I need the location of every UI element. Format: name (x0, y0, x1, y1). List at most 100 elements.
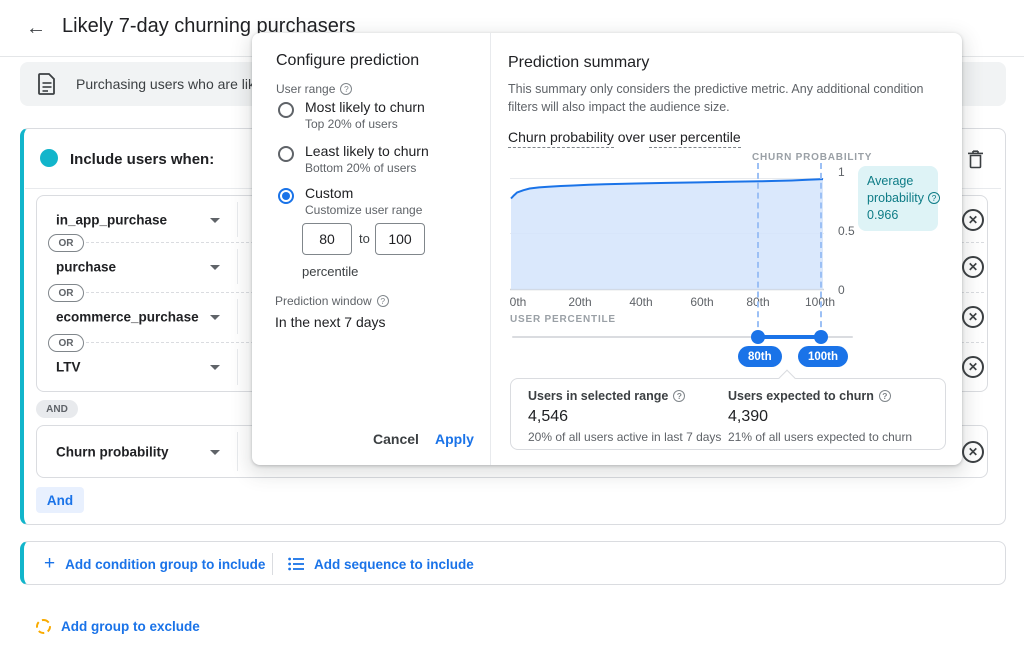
radio-sublabel: Bottom 20% of users (305, 161, 429, 175)
help-icon[interactable]: ? (673, 390, 685, 402)
apply-button[interactable]: Apply (435, 431, 474, 447)
cell-divider (237, 299, 238, 334)
help-icon[interactable]: ? (340, 83, 352, 95)
configure-prediction-dialog: Configure prediction User range ? Most l… (252, 33, 962, 465)
stat-subtext: 21% of all users expected to churn (728, 430, 912, 444)
radio-label: Least likely to churn (305, 143, 429, 159)
audience-description-text: Purchasing users who are likely t (76, 62, 256, 106)
average-probability-tooltip: Average probability ? 0.966 (858, 166, 938, 231)
or-operator-pill: OR (48, 234, 84, 252)
or-operator-pill: OR (48, 284, 84, 302)
slider-handle-low[interactable] (751, 330, 765, 344)
x-tick: 40th (629, 295, 652, 309)
range-high-dashed-line (820, 163, 822, 337)
and-button[interactable]: And (36, 487, 84, 513)
condition-dropdown[interactable]: Churn probability (56, 444, 169, 459)
y-axis-caption: CHURN PROBABILITY (752, 152, 872, 163)
chart-heading: Churn probability over user percentile (508, 129, 741, 145)
radio-sublabel: Customize user range (305, 203, 422, 217)
add-condition-group-label: Add condition group to include (65, 557, 265, 572)
add-group-to-exclude-button[interactable]: Add group to exclude (36, 613, 200, 639)
help-icon[interactable]: ? (879, 390, 891, 402)
stat-subtext: 20% of all users active in last 7 days (528, 430, 721, 444)
y-tick: 0.5 (838, 224, 855, 238)
add-actions-bar: + Add condition group to include Add seq… (20, 541, 1006, 585)
y-tick: 1 (838, 165, 845, 179)
slider-handle-high[interactable] (814, 330, 828, 344)
radio-option-least-likely[interactable]: Least likely to churn Bottom 20% of user… (278, 143, 429, 175)
dialog-title: Configure prediction (276, 52, 419, 70)
sequence-list-icon (288, 557, 304, 571)
cancel-button[interactable]: Cancel (373, 431, 419, 447)
add-condition-group-button[interactable]: + Add condition group to include (44, 542, 265, 586)
range-low-pill: 80th (738, 346, 782, 367)
chevron-down-icon[interactable] (210, 218, 220, 223)
radio-sublabel: Top 20% of users (305, 117, 425, 131)
chart-heading-dimension[interactable]: user percentile (649, 129, 741, 148)
x-tick: 60th (690, 295, 713, 309)
summary-title: Prediction summary (508, 54, 649, 72)
plus-icon: + (44, 553, 55, 575)
radio-option-custom[interactable]: Custom Customize user range (278, 185, 422, 217)
remove-condition-button[interactable]: ✕ (962, 356, 984, 378)
stat-label: Users expected to churn (728, 389, 874, 403)
x-tick: 20th (568, 295, 591, 309)
condition-dropdown[interactable]: in_app_purchase (56, 212, 167, 227)
add-exclude-label: Add group to exclude (61, 619, 200, 634)
remove-condition-button[interactable]: ✕ (962, 306, 984, 328)
range-low-dashed-line (757, 163, 759, 337)
cell-divider (237, 202, 238, 237)
add-sequence-label: Add sequence to include (314, 557, 474, 572)
churn-probability-chart (510, 172, 824, 291)
chevron-down-icon[interactable] (210, 365, 220, 370)
radio-selected-icon[interactable] (278, 188, 294, 204)
user-range-label: User range ? (276, 82, 352, 96)
add-sequence-button[interactable]: Add sequence to include (288, 542, 474, 586)
remove-condition-button[interactable]: ✕ (962, 209, 984, 231)
cell-divider (237, 349, 238, 385)
document-icon (38, 73, 56, 95)
summary-description: This summary only considers the predicti… (508, 80, 948, 116)
help-icon[interactable]: ? (928, 192, 940, 204)
condition-dropdown[interactable]: purchase (56, 259, 116, 274)
range-to-input[interactable] (375, 223, 425, 255)
stat-users-in-range: Users in selected range ? 4,546 20% of a… (528, 389, 721, 444)
radio-option-most-likely[interactable]: Most likely to churn Top 20% of users (278, 99, 425, 131)
include-group-dot-icon (40, 149, 58, 167)
x-axis-caption: USER PERCENTILE (510, 314, 616, 325)
or-operator-pill: OR (48, 334, 84, 352)
back-arrow-icon[interactable]: ← (22, 14, 50, 42)
range-to-word: to (359, 231, 370, 246)
radio-icon[interactable] (278, 146, 294, 162)
delete-group-trash-icon[interactable] (963, 147, 987, 171)
include-group-title: Include users when: (70, 151, 214, 168)
dialog-divider (490, 33, 491, 465)
range-from-input[interactable] (302, 223, 352, 255)
chart-area-fill (511, 179, 823, 289)
radio-icon[interactable] (278, 102, 294, 118)
cell-divider (237, 432, 238, 471)
percentile-slider-selected-range (757, 335, 821, 339)
stat-users-expected-churn: Users expected to churn ? 4,390 21% of a… (728, 389, 912, 444)
x-tick: 0th (510, 295, 527, 309)
stat-label: Users in selected range (528, 389, 668, 403)
audience-builder-page: ← Likely 7-day churning purchasers Purch… (0, 0, 1024, 665)
prediction-window-label: Prediction window ? (275, 294, 389, 308)
help-icon[interactable]: ? (377, 295, 389, 307)
remove-condition-button[interactable]: ✕ (962, 441, 984, 463)
percentile-label: percentile (302, 264, 358, 279)
remove-condition-button[interactable]: ✕ (962, 256, 984, 278)
dashed-circle-icon (36, 619, 51, 634)
chevron-down-icon[interactable] (210, 450, 220, 455)
chevron-down-icon[interactable] (210, 315, 220, 320)
stat-value: 4,546 (528, 408, 721, 426)
radio-label: Custom (305, 185, 422, 201)
radio-label: Most likely to churn (305, 99, 425, 115)
chart-heading-metric[interactable]: Churn probability (508, 129, 614, 148)
chevron-down-icon[interactable] (210, 265, 220, 270)
cell-divider (237, 249, 238, 284)
actions-divider (272, 553, 273, 575)
condition-dropdown[interactable]: LTV (56, 360, 81, 375)
range-high-pill: 100th (798, 346, 848, 367)
condition-dropdown[interactable]: ecommerce_purchase (56, 309, 199, 324)
